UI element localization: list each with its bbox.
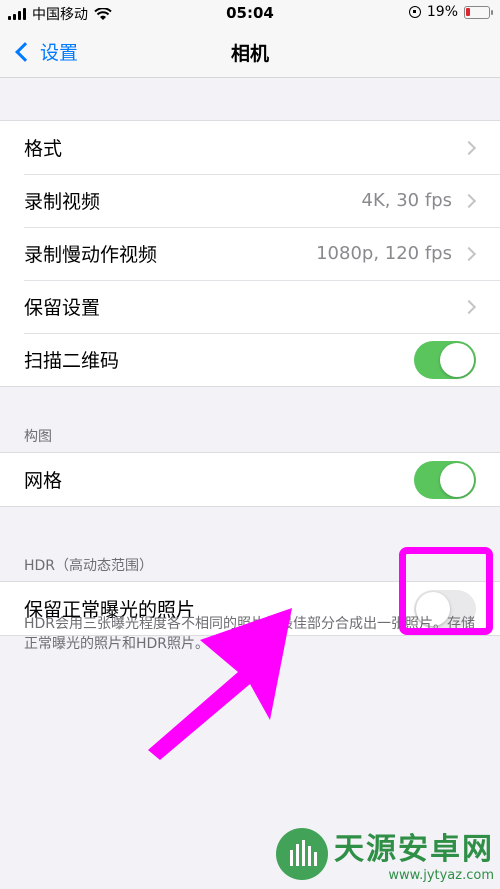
composition-group: 网格: [0, 452, 500, 507]
row-label: 网格: [24, 470, 63, 492]
row-value: 1080p, 120 fps: [316, 243, 452, 264]
list-item-scan-qr: 扫描二维码: [0, 333, 500, 386]
grid-toggle[interactable]: [414, 460, 476, 499]
orientation-lock-icon: [408, 6, 421, 18]
watermark-title: 天源安卓网: [334, 832, 494, 867]
watermark: 天源安卓网 www.jytyaz.com: [276, 824, 494, 883]
toggle-knob: [440, 462, 474, 497]
row-label: 格式: [24, 138, 63, 160]
list-item-record-video[interactable]: 录制视频 4K, 30 fps: [0, 174, 500, 227]
row-label: 扫描二维码: [24, 350, 120, 372]
watermark-url: www.jytyaz.com: [388, 868, 494, 883]
camera-settings-group: 格式 录制视频 4K, 30 fps 录制慢动作视频 1080p, 120 fp…: [0, 120, 500, 387]
chevron-right-icon: [461, 140, 477, 155]
status-right: 19%: [408, 4, 493, 20]
highlight-box: [399, 547, 493, 635]
battery-icon: [464, 5, 493, 19]
battery-percent: 19%: [426, 4, 458, 20]
section-header-composition: 构图: [24, 429, 52, 445]
toggle-knob: [440, 342, 474, 377]
chevron-right-icon: [461, 299, 477, 314]
list-item-preserve-settings[interactable]: 保留设置: [0, 280, 500, 333]
row-value: 4K, 30 fps: [361, 190, 452, 211]
chevron-right-icon: [461, 193, 477, 208]
annotation-arrow-icon: [148, 608, 292, 760]
navigation-bar: 设置 相机: [0, 26, 500, 78]
row-label: 录制慢动作视频: [24, 244, 158, 266]
row-label: 保留设置: [24, 297, 101, 319]
watermark-logo-icon: [276, 827, 328, 880]
status-bar: 中国移动 05:04 19%: [0, 0, 500, 26]
row-label: 录制视频: [24, 191, 101, 213]
battery-fill: [466, 7, 470, 16]
list-item-record-slomo[interactable]: 录制慢动作视频 1080p, 120 fps: [0, 227, 500, 280]
list-item-format[interactable]: 格式: [0, 121, 500, 174]
page-title: 相机: [230, 43, 269, 65]
chevron-right-icon: [461, 246, 477, 261]
watermark-text: 天源安卓网 www.jytyaz.com: [334, 824, 494, 883]
scan-qr-toggle[interactable]: [414, 340, 476, 379]
section-header-hdr: HDR（高动态范围）: [24, 558, 154, 574]
list-item-grid: 网格: [0, 453, 500, 506]
